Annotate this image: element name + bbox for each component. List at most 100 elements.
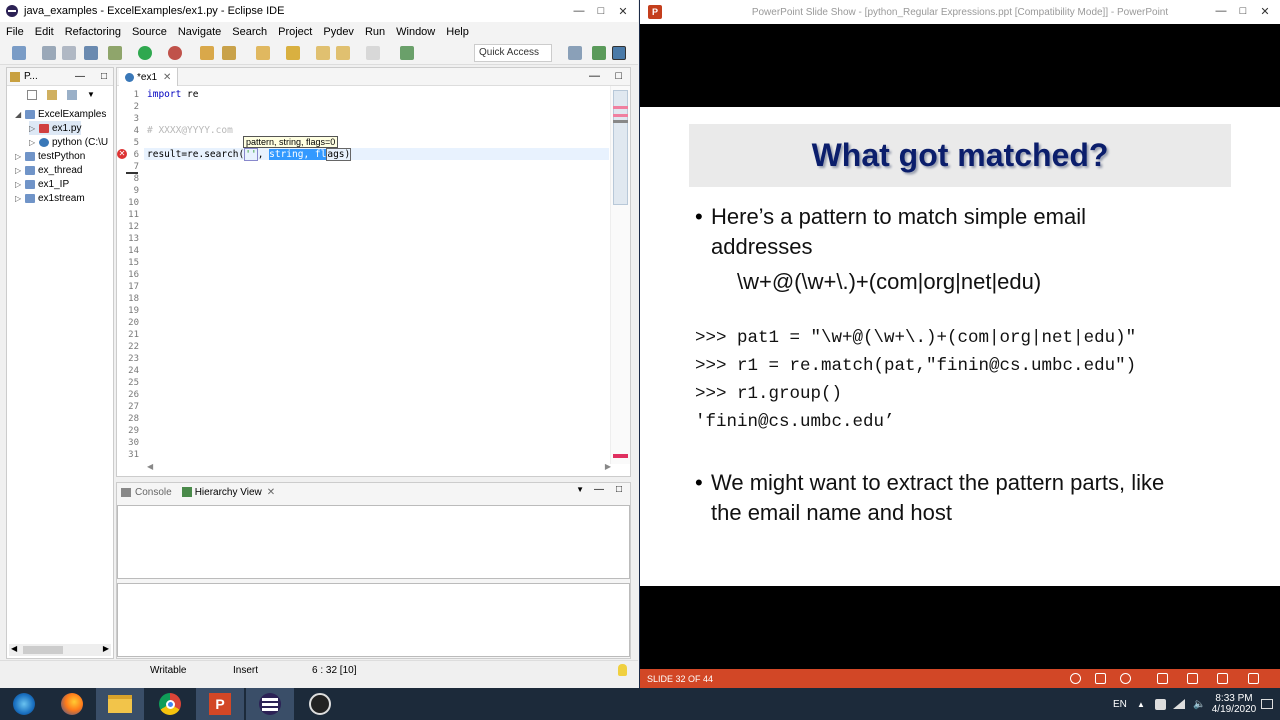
menu-help[interactable]: Help <box>446 26 469 38</box>
clock[interactable]: 8:33 PM 4/19/2020 <box>1211 688 1257 720</box>
tree-item-excelexamples[interactable]: ◢ ExcelExamples <box>15 107 106 121</box>
pin-editor-icon[interactable] <box>400 46 414 60</box>
previous-slide-icon[interactable] <box>1070 673 1081 684</box>
open-type-icon[interactable] <box>200 46 214 60</box>
editor-tab-ex1[interactable]: *ex1 ✕ <box>119 68 179 86</box>
close-tab-icon[interactable]: ✕ <box>267 487 275 498</box>
taskbar-firefox[interactable] <box>48 688 96 720</box>
occurrence-overview-marker[interactable] <box>613 120 628 123</box>
hierarchy-tree-pane[interactable] <box>117 505 630 579</box>
show-hidden-icons-icon[interactable]: ▲ <box>1137 688 1145 720</box>
view-menu-icon[interactable]: ▼ <box>576 485 584 494</box>
tree-item-ex1-ip[interactable]: ▷ ex1_IP <box>15 177 69 191</box>
scroll-thumb[interactable] <box>23 646 63 654</box>
package-explorer-tab[interactable]: P... — □ <box>7 68 113 86</box>
slideshow-icon[interactable] <box>1248 673 1259 684</box>
collapse-all-icon[interactable] <box>27 90 37 100</box>
taskbar-powerpoint[interactable]: P <box>196 688 244 720</box>
menu-file[interactable]: File <box>6 26 24 38</box>
minimize-editor-icon[interactable]: — <box>589 70 600 82</box>
menu-window[interactable]: Window <box>396 26 435 38</box>
error-marker-icon[interactable]: ✕ <box>117 149 127 159</box>
filter-icon[interactable] <box>67 90 77 100</box>
taskbar-chrome[interactable] <box>146 688 194 720</box>
tab-console[interactable]: Console <box>135 487 172 498</box>
error-overview-marker[interactable] <box>613 106 628 109</box>
minimize-view-icon[interactable]: — <box>75 71 85 82</box>
code-line-6[interactable]: result=re.search('', string, flags) <box>147 148 352 161</box>
print-icon[interactable] <box>84 46 98 60</box>
menu-run[interactable]: Run <box>365 26 385 38</box>
expand-arrow-icon[interactable]: ▷ <box>15 194 23 203</box>
debug-icon[interactable] <box>108 46 122 60</box>
security-icon[interactable] <box>1155 688 1166 720</box>
menu-navigate[interactable]: Navigate <box>178 26 221 38</box>
maximize-editor-icon[interactable]: □ <box>615 70 622 82</box>
editor-hscrollbar[interactable]: ◀ ▶ <box>143 462 613 474</box>
forward-icon[interactable] <box>336 46 350 60</box>
prev-annotation-icon[interactable] <box>286 46 300 60</box>
close-tab-icon[interactable]: ✕ <box>163 72 171 83</box>
menu-refactoring[interactable]: Refactoring <box>65 26 121 38</box>
tree-item-ex1stream[interactable]: ▷ ex1stream <box>15 191 85 205</box>
expand-arrow-icon[interactable]: ▷ <box>15 166 23 175</box>
next-slide-icon[interactable] <box>1120 673 1131 684</box>
maximize-view-icon[interactable]: □ <box>616 484 622 495</box>
editor-vscrollbar[interactable] <box>610 86 630 464</box>
scroll-right-icon[interactable]: ▶ <box>103 644 109 653</box>
last-edit-icon[interactable] <box>366 46 380 60</box>
minimize-button[interactable]: — <box>568 0 590 22</box>
close-button[interactable]: ✕ <box>612 0 634 22</box>
open-perspective-icon[interactable] <box>568 46 582 60</box>
slide-sorter-icon[interactable] <box>1187 673 1198 684</box>
input-language[interactable]: EN <box>1113 688 1127 720</box>
maximize-view-icon[interactable]: □ <box>101 71 107 82</box>
menu-pydev[interactable]: Pydev <box>323 26 354 38</box>
code-line-4-comment[interactable]: # XXXX@YYYY.com <box>147 125 233 137</box>
package-hscrollbar[interactable]: ◀ ▶ <box>9 644 111 656</box>
next-annotation-icon[interactable] <box>256 46 270 60</box>
search-tool-icon[interactable] <box>222 46 236 60</box>
scroll-left-icon[interactable]: ◀ <box>11 644 17 653</box>
menu-edit[interactable]: Edit <box>35 26 54 38</box>
code-line-1[interactable]: import re <box>147 89 199 101</box>
expand-arrow-icon[interactable]: ▷ <box>15 152 23 161</box>
back-icon[interactable] <box>316 46 330 60</box>
menu-source[interactable]: Source <box>132 26 167 38</box>
error-overview-marker[interactable] <box>613 114 628 117</box>
scroll-right-icon[interactable]: ▶ <box>605 462 611 471</box>
tree-item-ex1-py[interactable]: ▷ ex1.py <box>29 121 82 135</box>
tree-item-python-interpreter[interactable]: ▷ python (C:\U <box>29 135 108 149</box>
external-tools-icon[interactable] <box>168 46 182 60</box>
pydev-perspective-icon[interactable] <box>592 46 606 60</box>
slide[interactable]: What got matched? • Here’s a pattern to … <box>640 107 1280 586</box>
save-all-icon[interactable] <box>62 46 76 60</box>
expand-arrow-icon[interactable]: ◢ <box>15 110 23 119</box>
volume-icon[interactable]: 🔈 <box>1193 688 1205 720</box>
notifications-icon[interactable] <box>1261 688 1273 720</box>
notes-icon[interactable] <box>1095 673 1106 684</box>
run-icon[interactable] <box>138 46 152 60</box>
error-summary-marker[interactable] <box>613 454 628 458</box>
tab-hierarchy-view[interactable]: Hierarchy View <box>195 487 262 498</box>
menu-search[interactable]: Search <box>232 26 267 38</box>
java-perspective-icon[interactable] <box>612 46 626 60</box>
minimize-button[interactable]: — <box>1210 0 1232 22</box>
expand-arrow-icon[interactable]: ▷ <box>29 138 37 147</box>
taskbar-eclipse[interactable] <box>246 688 294 720</box>
expand-arrow-icon[interactable]: ▷ <box>29 124 37 133</box>
expand-arrow-icon[interactable]: ▷ <box>15 180 23 189</box>
reading-view-icon[interactable] <box>1217 673 1228 684</box>
new-icon[interactable] <box>12 46 26 60</box>
scroll-left-icon[interactable]: ◀ <box>147 462 153 471</box>
link-editor-icon[interactable] <box>47 90 57 100</box>
save-icon[interactable] <box>42 46 56 60</box>
view-menu-icon[interactable]: ▼ <box>87 90 95 100</box>
maximize-button[interactable]: □ <box>1232 0 1254 22</box>
close-button[interactable]: ✕ <box>1254 0 1276 22</box>
tree-item-testpython[interactable]: ▷ testPython <box>15 149 85 163</box>
lightbulb-icon[interactable] <box>618 664 627 676</box>
quick-access-input[interactable]: Quick Access <box>474 44 552 62</box>
network-icon[interactable] <box>1173 688 1185 720</box>
start-button[interactable] <box>0 688 48 720</box>
